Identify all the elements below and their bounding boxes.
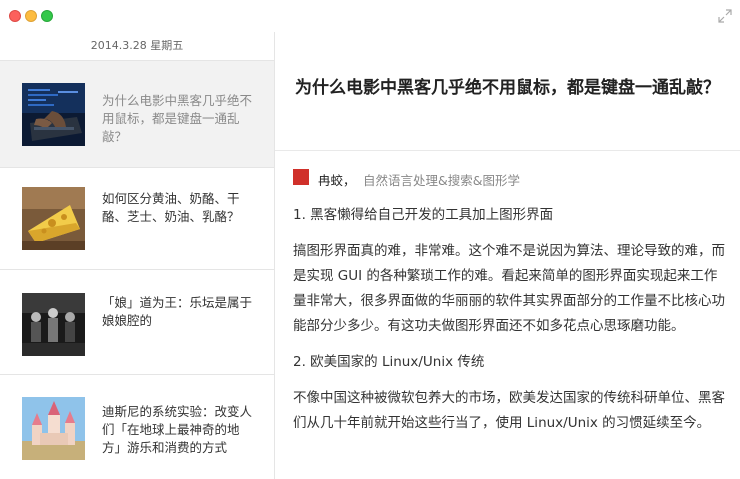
hacker-thumbnail	[22, 83, 85, 146]
date-header: 2014.3.28 星期五	[0, 32, 274, 61]
author-bio: 自然语言处理&搜索&图形学	[363, 173, 520, 188]
paragraph: 2. 欧美国家的 Linux/Unix 传统	[293, 354, 485, 370]
list-item[interactable]: 为什么电影中黑客几乎绝不用鼠标，都是键盘一通乱敲？	[0, 61, 274, 168]
list-item-title: 如何区分黄油、奶酪、干酪、芝士、奶油、乳酪？	[102, 191, 240, 224]
list-item-title: 「娘」道为王：乐坛是属于娘娘腔的	[102, 295, 253, 328]
list-item[interactable]: 如何区分黄油、奶酪、干酪、芝士、奶油、乳酪？	[0, 168, 274, 270]
zoom-window-button[interactable]	[41, 10, 53, 22]
paragraph: 1. 黑客懒得给自己开发的工具加上图形界面	[293, 207, 554, 223]
window-titlebar	[0, 0, 740, 32]
minimize-window-button[interactable]	[25, 10, 37, 22]
article-title: 为什么电影中黑客几乎绝不用鼠标，都是键盘一通乱敲？	[295, 78, 720, 98]
avatar[interactable]	[293, 169, 309, 185]
list-item-title: 迪斯尼的系统实验：改变人们「在地球上最神奇的地方」游乐和消费的方式	[102, 404, 253, 455]
article-list-sidebar: 2014.3.28 星期五 为什么电影中黑客几乎绝不用鼠标，都是键盘一通乱敲？	[0, 32, 275, 479]
cheese-thumbnail	[22, 187, 85, 250]
paragraph: 不像中国这种被微软包养大的市场，欧美发达国家的传统科研单位、黑客们从几十年前就开…	[293, 390, 725, 431]
paragraph: 搞图形界面真的难，非常难。这个难不是说因为算法、理论导致的难，而是实现 GUI …	[293, 243, 725, 334]
close-window-button[interactable]	[9, 10, 21, 22]
article-body: 1. 黑客懒得给自己开发的工具加上图形界面 搞图形界面真的难，非常难。这个难不是…	[293, 203, 725, 447]
article-pane: 为什么电影中黑客几乎绝不用鼠标，都是键盘一通乱敲？ 冉蛟， 自然语言处理&搜索&…	[275, 32, 740, 479]
disney-castle-thumbnail	[22, 397, 85, 460]
fullscreen-icon[interactable]	[718, 9, 732, 23]
author-name[interactable]: 冉蛟，	[318, 170, 356, 189]
article-header: 为什么电影中黑客几乎绝不用鼠标，都是键盘一通乱敲？	[275, 32, 740, 151]
list-item[interactable]: 迪斯尼的系统实验：改变人们「在地球上最神奇的地方」游乐和消费的方式	[0, 375, 274, 479]
list-item[interactable]: 「娘」道为王：乐坛是属于娘娘腔的	[0, 270, 274, 375]
band-thumbnail	[22, 293, 85, 356]
list-item-title: 为什么电影中黑客几乎绝不用鼠标，都是键盘一通乱敲？	[102, 93, 253, 144]
